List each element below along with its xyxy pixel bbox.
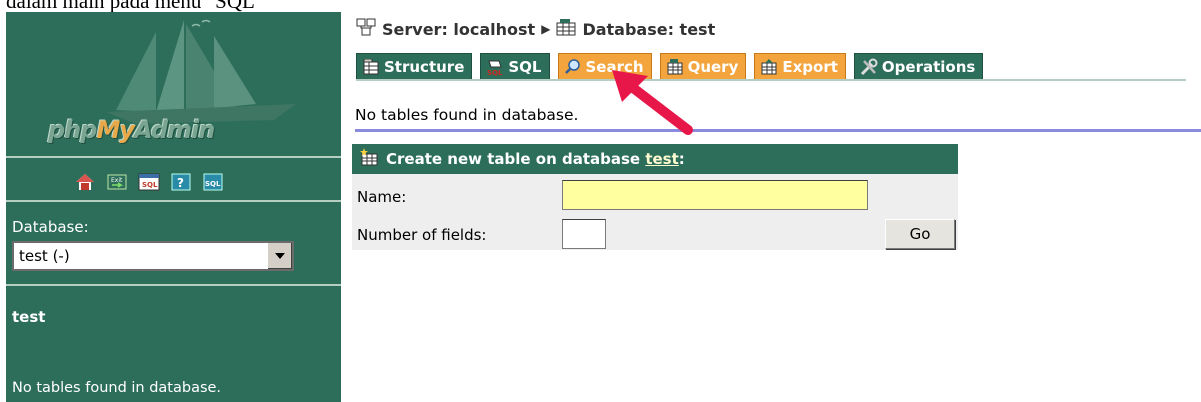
tab-sql[interactable]: SQL SQL — [480, 53, 550, 79]
sidebar-database-name[interactable]: test — [12, 308, 45, 326]
left-frame: phpMyAdminphpMyAdmin Exit SQL ? SQL Data… — [6, 12, 341, 402]
sidebar-no-tables: No tables found in database. — [12, 380, 222, 396]
svg-text:?: ? — [177, 176, 184, 190]
table-name-input[interactable] — [562, 180, 868, 210]
horizontal-rule — [355, 129, 1201, 132]
help-icon[interactable]: ? — [170, 172, 192, 192]
svg-text:SQL: SQL — [487, 69, 503, 76]
tab-export[interactable]: Export — [754, 53, 846, 79]
database-select-value: test (-) — [19, 247, 70, 265]
create-table-title: Create new table on database — [386, 150, 646, 168]
database-select[interactable]: test (-) — [12, 241, 294, 271]
sql-icon: SQL — [486, 58, 504, 76]
database-icon — [556, 18, 576, 40]
tab-operations[interactable]: Operations — [853, 53, 984, 79]
sql-docs-icon[interactable]: SQL — [202, 172, 224, 192]
create-table-form: Name: Number of fields: Go — [352, 174, 958, 250]
breadcrumb-server[interactable]: Server: localhost — [382, 20, 535, 39]
sidebar-icon-bar: Exit SQL ? SQL — [74, 172, 224, 192]
export-icon — [760, 58, 778, 76]
new-table-icon — [360, 148, 378, 170]
database-label: Database: — [12, 218, 89, 236]
no-tables-message: No tables found in database. — [355, 106, 579, 124]
breadcrumb-separator: ▶ — [541, 22, 551, 36]
exit-icon[interactable]: Exit — [106, 172, 128, 192]
breadcrumb: Server: localhost ▶ Database: test — [356, 18, 715, 40]
chevron-down-icon[interactable] — [266, 243, 292, 269]
server-icon — [356, 18, 376, 40]
annotation-arrow-icon — [612, 70, 693, 135]
tools-icon — [860, 58, 878, 76]
sql-query-icon[interactable]: SQL — [138, 172, 160, 192]
logo-text: phpMyAdminphpMyAdmin — [48, 116, 215, 144]
fields-label: Number of fields: — [357, 226, 487, 244]
structure-icon — [362, 58, 380, 76]
svg-text:Exit: Exit — [111, 177, 123, 184]
create-table-db-link[interactable]: test — [645, 150, 678, 168]
home-icon[interactable] — [74, 172, 96, 192]
divider — [6, 284, 341, 286]
search-icon — [564, 58, 582, 76]
name-label: Name: — [357, 188, 407, 206]
svg-text:SQL: SQL — [205, 180, 221, 188]
page-caption: dalam main pada menu "SQL" — [6, 0, 264, 13]
number-of-fields-input[interactable] — [562, 219, 606, 249]
go-button[interactable]: Go — [885, 219, 955, 249]
svg-text:SQL: SQL — [142, 181, 158, 189]
tab-underline — [356, 79, 1186, 81]
tab-structure[interactable]: Structure — [356, 53, 473, 79]
logo[interactable]: phpMyAdminphpMyAdmin — [6, 12, 341, 154]
divider — [6, 156, 341, 158]
breadcrumb-database[interactable]: Database: test — [582, 20, 715, 39]
divider — [6, 200, 341, 202]
create-table-header: Create new table on database test: — [352, 144, 958, 174]
